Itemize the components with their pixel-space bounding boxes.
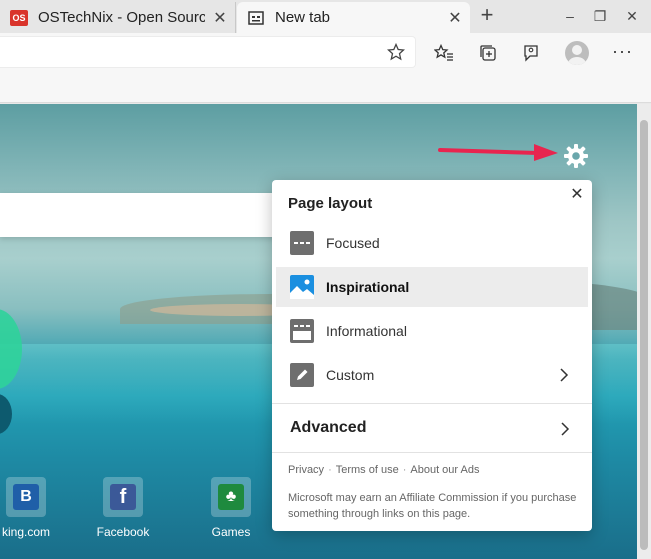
quicklink-label: king.com: [1, 525, 51, 539]
quicklink-label: Games: [211, 525, 251, 539]
layout-option-inspirational[interactable]: Inspirational: [276, 267, 588, 307]
scrollbar[interactable]: [637, 104, 651, 559]
booking-icon: B: [13, 484, 39, 510]
close-icon[interactable]: ✕: [568, 186, 586, 204]
quicklink-games[interactable]: ♣ Games: [191, 477, 271, 539]
address-bar[interactable]: [0, 36, 416, 68]
close-window-button[interactable]: ✕: [620, 6, 644, 26]
privacy-link[interactable]: Privacy: [288, 464, 324, 476]
new-tab-button[interactable]: +: [474, 3, 500, 29]
layout-option-custom[interactable]: Custom: [276, 355, 588, 395]
inspirational-layout-icon: [290, 275, 314, 299]
about-ads-link[interactable]: About our Ads: [410, 464, 479, 476]
layout-option-informational[interactable]: Informational: [276, 311, 588, 351]
close-tab-icon[interactable]: ✕: [205, 8, 235, 28]
close-tab-icon[interactable]: ✕: [440, 8, 470, 28]
favorites-bar: [0, 73, 651, 103]
quicklink-label: Facebook: [96, 525, 150, 539]
favorites-icon[interactable]: [433, 42, 455, 64]
chevron-right-icon: [560, 368, 569, 382]
page-settings-gear-icon[interactable]: [562, 142, 590, 170]
quicklink-facebook[interactable]: f Facebook: [83, 477, 163, 539]
option-label: Custom: [326, 367, 375, 383]
page-layout-panel: Page layout ✕ Focused Inspirational Info…: [272, 180, 592, 531]
settings-more-icon[interactable]: ···: [612, 41, 633, 62]
option-label: Inspirational: [326, 279, 410, 295]
affiliate-disclaimer: Microsoft may earn an Affiliate Commissi…: [288, 492, 577, 520]
collections-icon[interactable]: [477, 42, 499, 64]
toolbar: ···: [0, 33, 651, 73]
os-favicon-icon: OS: [10, 9, 28, 26]
newtab-page-icon: [247, 10, 265, 26]
footer-links: Privacy · Terms of use · About our Ads: [288, 464, 479, 476]
layout-option-focused[interactable]: Focused: [276, 223, 588, 263]
red-arrow-annotation: [438, 144, 558, 161]
divider: [272, 403, 592, 404]
advanced-section[interactable]: Advanced: [290, 419, 366, 437]
option-label: Informational: [326, 323, 407, 339]
tab-title: OSTechNix - Open Source: [38, 9, 205, 26]
terms-link[interactable]: Terms of use: [336, 464, 399, 476]
chevron-right-icon[interactable]: [559, 420, 571, 438]
separator: ·: [328, 464, 332, 476]
feedback-icon[interactable]: [520, 42, 542, 64]
facebook-icon: f: [110, 484, 136, 510]
add-favorite-star-icon[interactable]: [386, 42, 406, 61]
panel-title: Page layout: [288, 195, 373, 212]
games-cards-icon: ♣: [218, 484, 244, 510]
option-label: Focused: [326, 235, 380, 251]
scrollbar-thumb[interactable]: [640, 120, 648, 550]
quicklink-tile: ♣: [211, 477, 251, 517]
separator: ·: [402, 464, 407, 476]
profile-avatar[interactable]: [565, 41, 589, 65]
tab-title: New tab: [275, 9, 331, 26]
quicklink-tile: f: [103, 477, 143, 517]
quicklink-tile: B: [6, 477, 46, 517]
divider: [272, 452, 592, 453]
minimize-button[interactable]: –: [558, 6, 582, 26]
tab-strip: OS OSTechNix - Open Source ✕ New tab ✕ +…: [0, 0, 651, 33]
restore-button[interactable]: ❐: [588, 6, 612, 26]
tab-ostechnix[interactable]: OS OSTechNix - Open Source ✕: [0, 2, 236, 33]
informational-layout-icon: [290, 319, 314, 343]
custom-pencil-icon: [290, 363, 314, 387]
tab-new-tab[interactable]: New tab ✕: [237, 2, 470, 33]
search-input[interactable]: [0, 193, 280, 237]
focused-layout-icon: [290, 231, 314, 255]
quicklink-king[interactable]: B king.com: [0, 477, 66, 539]
